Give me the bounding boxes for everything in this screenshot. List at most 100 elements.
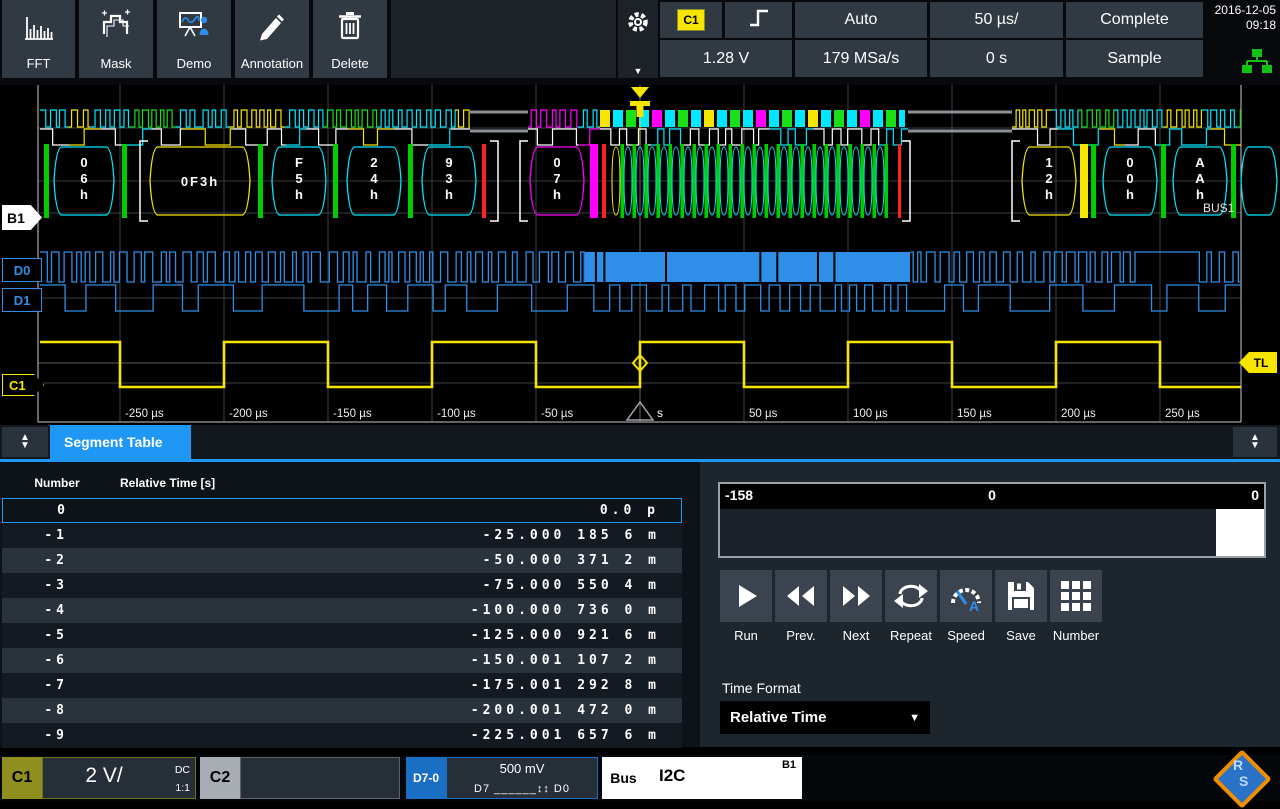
bus-frame-label: 0F3h [181,174,219,189]
date-text: 2016-12-05 [1204,3,1276,18]
column-header-number[interactable]: Number [28,476,86,490]
speed-gauge-icon: A [940,570,992,622]
navigator-max: 0 [1251,487,1259,503]
c1-scale: 2 V/ [43,764,165,788]
demo-button[interactable]: Demo [157,0,231,78]
table-row[interactable]: -6-150.001 107 2 m [2,648,682,673]
annotation-button[interactable]: Annotation [235,0,309,78]
table-row[interactable]: -3-75.000 550 4 m [2,573,682,598]
logic-settings-panel[interactable]: 500 mV D7 ______↕↕ D0 [446,757,598,799]
tab-segment-table[interactable]: Segment Table [50,425,191,459]
segment-navigator[interactable]: -158 0 0 [718,482,1266,558]
bus-badge[interactable]: Bus [602,757,645,799]
segment-number: -4 [2,603,68,618]
demo-label: Demo [177,56,212,71]
svg-text:A: A [969,598,979,614]
trigger-position-cell[interactable]: 0 s [930,40,1063,77]
collapse-toggle-right[interactable]: ▲▼ [1233,427,1277,457]
d0-channel-label[interactable]: D0 [2,258,42,282]
mask-button[interactable]: Mask [79,0,153,78]
waveform-display[interactable]: -250 µs-200 µs-150 µs-100 µs-50 µss50 µs… [0,85,1280,425]
segment-relative-time: 0.0 p [69,503,681,518]
c1-settings-panel[interactable]: 2 V/ DC 1:1 [42,757,196,799]
segment-number: -7 [2,678,68,693]
navigator-mid: 0 [720,487,1264,503]
d7-0-badge[interactable]: D7-0 [406,757,446,799]
time-tick-label: -250 µs [125,408,164,420]
datetime-display: 2016-12-05 09:18 [1204,3,1276,33]
run-button[interactable]: Run [720,570,772,643]
time-format-select[interactable]: Relative Time ▼ [720,701,930,734]
timebase-cell[interactable]: 50 µs/ [930,2,1063,38]
collapse-toggle-left[interactable]: ▲▼ [2,427,48,457]
time-tick-label: 250 µs [1165,408,1200,420]
play-icon [720,570,772,622]
prev-button[interactable]: Prev. [775,570,827,643]
segment-relative-time: -125.000 921 6 m [68,628,682,643]
prev-label: Prev. [786,628,815,643]
acquisition-mode-cell[interactable]: Sample [1066,40,1203,77]
trigger-source-cell[interactable]: C1 [660,2,722,38]
table-row[interactable]: -4-100.000 736 0 m [2,598,682,623]
rewind-icon [775,570,827,622]
segment-relative-time: -50.000 371 2 m [68,553,682,568]
speed-label: Speed [947,628,985,643]
next-button[interactable]: Next [830,570,882,643]
repeat-button[interactable]: Repeat [885,570,937,643]
bus-frame-label: F5h [295,155,303,202]
playback-controls: Run Prev. Next Repeat A Speed [720,570,1102,643]
mask-icon [99,8,133,47]
table-row[interactable]: -1-25.000 185 6 m [2,523,682,548]
chevron-down-icon: ▼ [909,712,920,724]
fast-forward-icon [830,570,882,622]
time-tick-label: 100 µs [853,408,888,420]
segment-number: -8 [2,703,68,718]
segment-table-pane: Number Relative Time [s] 00.0 p-1-25.000… [0,462,700,747]
table-row[interactable]: -7-175.001 292 8 m [2,673,682,698]
rising-edge-icon [745,4,773,37]
time-format-label: Time Format [722,680,801,696]
fft-button[interactable]: FFT [2,0,75,78]
d1-channel-label[interactable]: D1 [2,288,42,312]
grid-icon [1050,570,1102,622]
save-button[interactable]: Save [995,570,1047,643]
column-header-time[interactable]: Relative Time [s] [120,476,215,490]
rohde-schwarz-logo: R S [1212,749,1270,807]
time-tick-label: 200 µs [1061,408,1096,420]
segment-number: -9 [2,728,68,743]
c2-settings-panel[interactable] [240,757,400,799]
table-row[interactable]: -2-50.000 371 2 m [2,548,682,573]
trigger-slope-cell[interactable] [725,2,792,38]
navigator-scale: -158 0 0 [720,484,1264,509]
repeat-icon [885,570,937,622]
bus-settings-panel[interactable]: I2C B1 [645,757,802,799]
network-icon[interactable] [1242,48,1272,79]
toolbar-spacer [391,0,616,78]
down-arrow-icon: ▼ [20,442,30,450]
c1-coupling: DC [175,761,190,779]
number-button[interactable]: Number [1050,570,1102,643]
bus-protocol: I2C [659,766,685,786]
trigger-level-cell[interactable]: 1.28 V [660,40,792,77]
trigger-mode-cell[interactable]: Auto [795,2,927,38]
segment-relative-time: -225.001 657 6 m [68,728,682,743]
table-row[interactable]: 00.0 p [2,498,682,523]
sample-rate-cell[interactable]: 179 MSa/s [795,40,927,77]
speed-button[interactable]: A Speed [940,570,992,643]
c2-badge[interactable]: C2 [200,757,240,799]
table-row[interactable]: -9-225.001 657 6 m [2,723,682,748]
bus-frame-label: 07h [553,155,561,202]
settings-column[interactable]: ▼ [618,0,658,78]
segment-number: -1 [2,528,68,543]
time-tick-label: -100 µs [437,408,476,420]
delete-button[interactable]: Delete [313,0,387,78]
bus-frame-label: 93h [445,155,453,202]
navigator-thumb[interactable] [1216,509,1264,556]
segment-number: -2 [2,553,68,568]
time-tick-label: -150 µs [333,408,372,420]
c1-badge[interactable]: C1 [2,757,42,799]
table-row[interactable]: -8-200.001 472 0 m [2,698,682,723]
acquisition-state-cell[interactable]: Complete [1066,2,1203,38]
navigator-track[interactable] [720,509,1264,556]
table-row[interactable]: -5-125.000 921 6 m [2,623,682,648]
